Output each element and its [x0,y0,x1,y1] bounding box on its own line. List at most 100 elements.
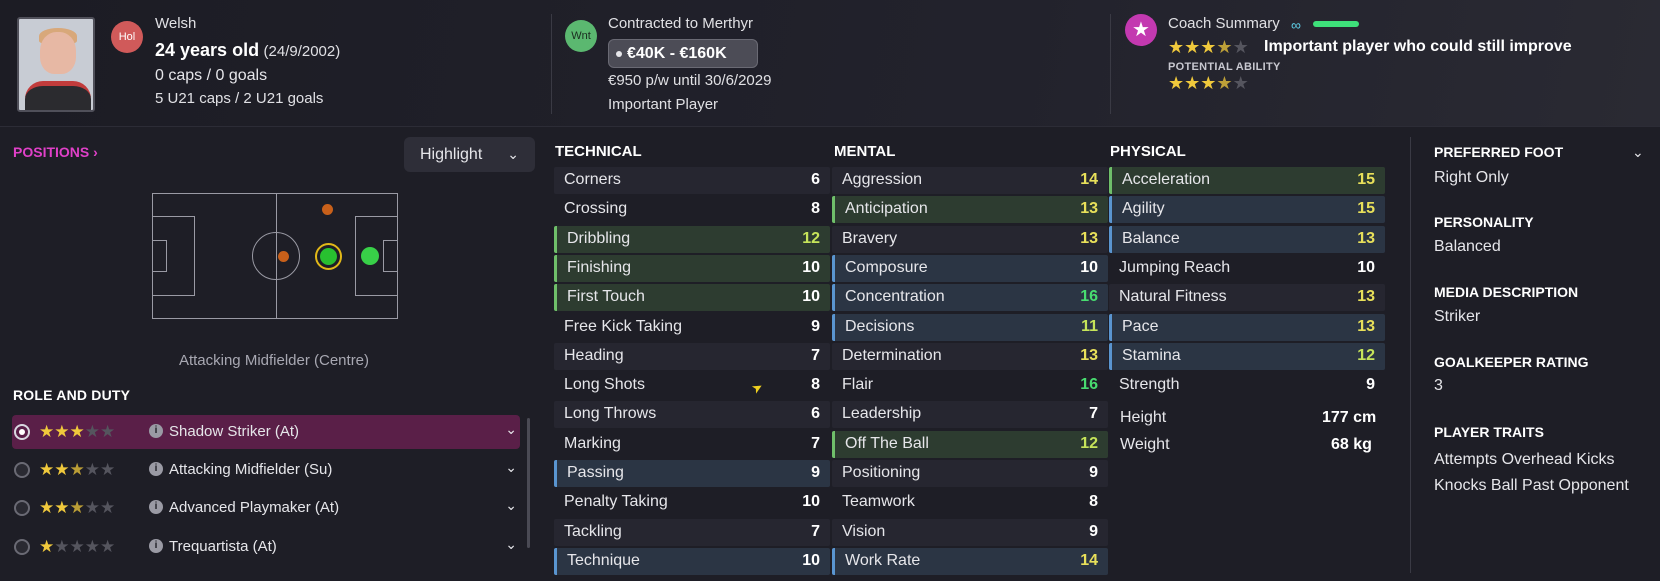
attribute-value: 12 [1357,347,1375,364]
attribute-row-decisions[interactable]: Decisions 11 [832,314,1108,341]
attribute-row-jumping-reach[interactable]: Jumping Reach 10 [1109,255,1385,282]
attribute-value: 15 [1357,171,1375,188]
header-divider-1 [551,14,552,114]
attribute-value: 10 [802,493,820,510]
chevron-down-icon[interactable]: ⌄ [505,497,517,514]
chevron-down-icon[interactable]: ⌄ [505,459,517,476]
attribute-value: 12 [802,230,820,247]
attribute-value: 9 [811,318,820,335]
attribute-row-determination[interactable]: Determination 13 [832,343,1108,370]
attribute-row-balance[interactable]: Balance 13 [1109,226,1385,253]
attribute-row-first-touch[interactable]: First Touch 10 [554,284,830,311]
weight-label: Weight [1120,436,1170,453]
nationality-label[interactable]: Welsh [155,15,196,32]
attribute-row-flair[interactable]: Flair 16 [832,372,1108,399]
current-ability-stars: ★★★★★ [1168,37,1249,57]
chevron-down-icon[interactable]: ⌄ [505,536,517,553]
info-icon[interactable]: i [149,424,163,438]
attribute-row-teamwork[interactable]: Teamwork 8 [832,489,1108,516]
attribute-row-long-throws[interactable]: Long Throws 6 [554,401,830,428]
contract-text[interactable]: Contracted to Merthyr [608,15,753,32]
highlight-dropdown[interactable]: Highlight ⌄ [404,137,535,172]
position-dot-natural[interactable] [320,248,337,265]
attribute-name: Natural Fitness [1119,288,1227,305]
chevron-down-icon[interactable]: ⌄ [1632,144,1644,161]
role-row[interactable]: ★★★★★ i Attacking Midfielder (Su) ⌄ [12,453,520,487]
player-trait[interactable]: Attempts Overhead Kicks [1434,451,1615,469]
attribute-row-long-shots[interactable]: Long Shots 8 [554,372,830,399]
attribute-row-stamina[interactable]: Stamina 12 [1109,343,1385,370]
attribute-row-leadership[interactable]: Leadership 7 [832,401,1108,428]
attribute-row-off-the-ball[interactable]: Off The Ball 12 [832,431,1108,458]
attribute-row-work-rate[interactable]: Work Rate 14 [832,548,1108,575]
attribute-row-penalty-taking[interactable]: Penalty Taking 10 [554,489,830,516]
wage-text: €950 p/w until 30/6/2029 [608,72,772,89]
role-name: Trequartista (At) [169,538,277,555]
info-icon[interactable]: i [149,539,163,553]
player-trait[interactable]: Knocks Ball Past Opponent [1434,477,1629,495]
attribute-row-marking[interactable]: Marking 7 [554,431,830,458]
binoculars-icon[interactable]: ∞ [1291,17,1301,33]
attribute-row-passing[interactable]: Passing 9 [554,460,830,487]
info-icon[interactable]: i [149,500,163,514]
attribute-value: 13 [1357,288,1375,305]
height-label: Height [1120,409,1167,426]
roles-scrollbar[interactable] [527,418,530,548]
attribute-name: Jumping Reach [1119,259,1231,276]
goalkeeper-rating-value: 3 [1434,377,1443,394]
attribute-row-pace[interactable]: Pace 13 [1109,314,1385,341]
attribute-row-composure[interactable]: Composure 10 [832,255,1108,282]
attribute-row-corners[interactable]: Corners 6 [554,167,830,194]
media-description-label: MEDIA DESCRIPTION [1434,284,1579,300]
attribute-value: 10 [802,288,820,305]
attribute-row-acceleration[interactable]: Acceleration 15 [1109,167,1385,194]
role-row[interactable]: ★★★★★ i Advanced Playmaker (At) ⌄ [12,491,520,525]
attribute-value: 9 [1089,464,1098,481]
role-radio[interactable] [14,500,30,516]
wanted-badge[interactable]: Wnt [565,20,597,52]
role-radio[interactable] [14,424,30,440]
role-row[interactable]: ★★★★★ i Trequartista (At) ⌄ [12,530,520,564]
attribute-row-agility[interactable]: Agility 15 [1109,196,1385,223]
height-value: 177 cm [1322,409,1377,426]
chevron-down-icon[interactable]: ⌄ [505,421,517,438]
attribute-name: Pace [1122,318,1159,335]
attribute-row-concentration[interactable]: Concentration 16 [832,284,1108,311]
info-divider [1410,137,1411,573]
header-divider-2 [1110,14,1111,114]
attribute-row-aggression[interactable]: Aggression 14 [832,167,1108,194]
attribute-name: Finishing [567,259,632,276]
attribute-name: Aggression [842,171,923,188]
attribute-row-crossing[interactable]: Crossing 8 [554,196,830,223]
value-range-pill[interactable]: €40K - €160K [608,39,758,68]
attribute-value: 13 [1357,230,1375,247]
hol-status-badge[interactable]: Hol [111,21,143,53]
attribute-row-heading[interactable]: Heading 7 [554,343,830,370]
attribute-value: 9 [811,464,820,481]
role-radio[interactable] [14,462,30,478]
attribute-row-natural-fitness[interactable]: Natural Fitness 13 [1109,284,1385,311]
attribute-value: 7 [811,523,820,540]
attribute-row-tackling[interactable]: Tackling 7 [554,519,830,546]
role-row[interactable]: ★★★★★ i Shadow Striker (At) ⌄ [12,415,520,449]
position-dot-natural[interactable] [361,247,379,265]
attribute-row-positioning[interactable]: Positioning 9 [832,460,1108,487]
attribute-row-vision[interactable]: Vision 9 [832,519,1108,546]
coach-summary-label: Coach Summary [1168,15,1280,32]
player-photo[interactable] [17,17,95,112]
attribute-name: Agility [1122,200,1165,217]
info-icon[interactable]: i [149,462,163,476]
attribute-row-bravery[interactable]: Bravery 13 [832,226,1108,253]
attribute-row-finishing[interactable]: Finishing 10 [554,255,830,282]
attribute-row-technique[interactable]: Technique 10 [554,548,830,575]
attribute-row-strength[interactable]: Strength 9 [1109,372,1385,399]
positions-link[interactable]: POSITIONS › [13,144,98,160]
attribute-row-anticipation[interactable]: Anticipation 13 [832,196,1108,223]
goalkeeper-rating-label: GOALKEEPER RATING [1434,354,1589,370]
attribute-row-free-kick-taking[interactable]: Free Kick Taking 9 [554,314,830,341]
highlight-label: Highlight [420,146,483,163]
role-radio[interactable] [14,539,30,555]
mental-heading: MENTAL [834,143,896,160]
attribute-value: 9 [1366,376,1375,393]
attribute-row-dribbling[interactable]: Dribbling 12 [554,226,830,253]
